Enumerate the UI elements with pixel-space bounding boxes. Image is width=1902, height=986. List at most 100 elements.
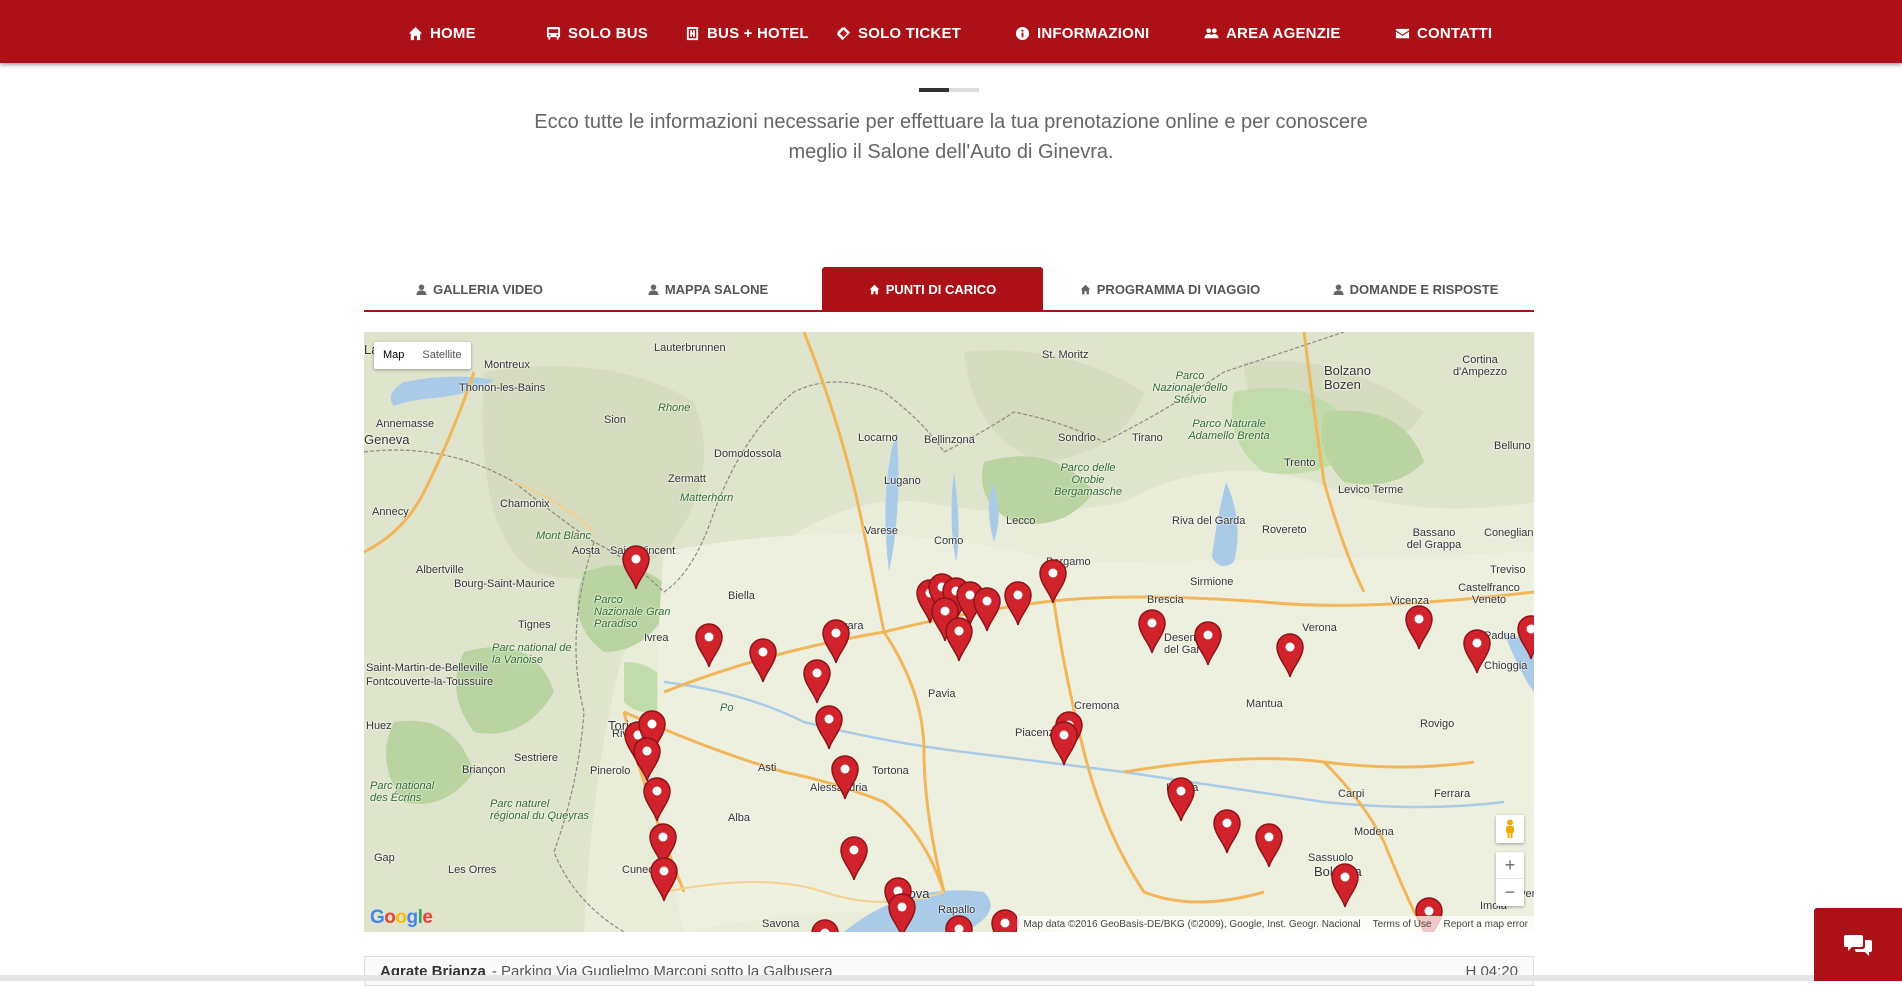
pickup-marker[interactable] — [814, 704, 844, 750]
nav-area-agenzie[interactable]: AREA AGENZIE — [1204, 22, 1341, 44]
map-label: Rovereto — [1262, 524, 1307, 536]
pickup-points-map[interactable]: Lausanne Montreux Thonon-les-Bains Annem… — [364, 332, 1534, 932]
map-label: Parco Nazionale Gran Paradiso — [594, 594, 671, 630]
map-label: Ivrea — [644, 632, 669, 644]
terms-of-use-link[interactable]: Terms of Use — [1373, 919, 1432, 930]
map-type-toggle: Map Satellite — [374, 342, 471, 369]
pickup-marker[interactable] — [1193, 620, 1223, 666]
nav-informazioni-label: INFORMAZIONI — [1037, 24, 1150, 42]
pickup-marker[interactable] — [621, 544, 651, 590]
tab-domande-e-risposte[interactable]: DOMANDE E RISPOSTE — [1297, 267, 1534, 312]
map-label: Parco Naturale Adamello Brenta — [1188, 418, 1270, 442]
map-label: Briançon — [462, 764, 506, 776]
map-label: Tortona — [872, 765, 909, 777]
map-label: Varese — [864, 525, 899, 537]
map-label: St. Moritz — [1042, 349, 1089, 361]
map-label: Fontcouverte-la-Toussuire — [366, 676, 494, 688]
pickup-marker[interactable] — [1038, 558, 1068, 604]
map-label: Zermatt — [668, 473, 706, 485]
map-label: Mont Blanc — [536, 530, 592, 542]
map-label: Savona — [762, 918, 800, 930]
pickup-marker[interactable] — [830, 754, 860, 800]
pickup-marker[interactable] — [810, 918, 840, 932]
chat-icon — [1844, 934, 1872, 956]
tab-mappa-salone[interactable]: MAPPA SALONE — [595, 267, 821, 312]
map-label: Rovigo — [1420, 718, 1455, 730]
pickup-marker[interactable] — [990, 908, 1020, 932]
tab-punti-di-carico[interactable]: PUNTI DI CARICO — [822, 267, 1043, 312]
map-label: Parc national des Écrins — [370, 780, 435, 804]
nav-bus-hotel[interactable]: BUS + HOTEL — [685, 22, 809, 44]
map-label: Albertville — [416, 564, 464, 576]
tab-galleria-video[interactable]: GALLERIA VIDEO — [364, 267, 595, 312]
map-type-map-button[interactable]: Map — [374, 342, 413, 369]
pickup-marker[interactable] — [839, 835, 869, 881]
zoom-out-button[interactable]: − — [1496, 879, 1524, 906]
pickup-marker[interactable] — [694, 622, 724, 668]
pickup-marker[interactable] — [802, 658, 832, 704]
map-label: Mantua — [1246, 698, 1283, 710]
nav-contatti[interactable]: CONTATTI — [1395, 22, 1492, 44]
pickup-marker[interactable] — [1003, 580, 1033, 626]
map-label: Parco Nazionale dello Stelvio — [1152, 370, 1228, 406]
map-label: Gap — [374, 852, 395, 864]
pickup-marker[interactable] — [1404, 604, 1434, 650]
user-icon — [648, 284, 659, 295]
hotel-icon — [686, 26, 699, 40]
pickup-marker[interactable] — [944, 914, 974, 932]
nav-contatti-label: CONTATTI — [1417, 24, 1493, 42]
nav-solo-ticket[interactable]: SOLO TICKET — [836, 22, 961, 44]
pickup-marker[interactable] — [972, 586, 1002, 632]
map-label: Brescia — [1147, 594, 1184, 606]
nav-home[interactable]: HOME — [408, 22, 476, 44]
map-label: Chamonix — [500, 498, 550, 510]
pickup-marker[interactable] — [887, 892, 917, 932]
map-label: Saint-Martin-de-Belleville — [366, 662, 489, 674]
pickup-marker[interactable] — [821, 618, 851, 664]
report-map-error-link[interactable]: Report a map error — [1444, 919, 1528, 930]
pickup-marker[interactable] — [1254, 822, 1284, 868]
map-label: Po — [720, 702, 734, 714]
pickup-marker[interactable] — [944, 616, 974, 662]
map-label: Tignes — [518, 619, 551, 631]
map-label: Belluno — [1494, 440, 1531, 452]
pickup-marker[interactable] — [1166, 776, 1196, 822]
pickup-marker[interactable] — [1212, 808, 1242, 854]
pickup-marker[interactable] — [748, 637, 778, 683]
street-view-pegman[interactable] — [1496, 815, 1524, 843]
tab-punti-di-carico-label: PUNTI DI CARICO — [885, 282, 997, 297]
zoom-in-button[interactable]: + — [1496, 852, 1524, 879]
nav-solo-bus[interactable]: SOLO BUS — [546, 22, 648, 44]
map-label: Aosta — [572, 545, 601, 557]
tab-programma-di-viaggio-label: PROGRAMMA DI VIAGGIO — [1096, 282, 1261, 297]
map-label: Lugano — [884, 475, 921, 487]
pickup-marker[interactable] — [642, 776, 672, 822]
pickup-point-row[interactable]: Agrate Brianza - Parking Via Guglielmo M… — [364, 956, 1534, 986]
pickup-marker[interactable] — [1516, 614, 1534, 660]
pickup-marker[interactable] — [1275, 632, 1305, 678]
pickup-marker[interactable] — [1462, 628, 1492, 674]
map-label: Trento — [1284, 457, 1316, 469]
pickup-marker[interactable] — [1330, 862, 1360, 908]
map-label: Thonon-les-Bains — [459, 382, 546, 394]
bus-icon — [546, 26, 561, 40]
ticket-icon — [836, 26, 851, 40]
pickup-marker[interactable] — [1049, 720, 1079, 766]
map-label: Parc national de la Vanoise — [492, 642, 572, 666]
info-icon — [1015, 26, 1030, 40]
chat-button[interactable] — [1814, 908, 1902, 981]
map-label: Parco delle Orobie Bergamasche — [1054, 462, 1122, 498]
nav-solo-bus-label: SOLO BUS — [568, 24, 648, 42]
map-label: Alba — [728, 812, 751, 824]
pickup-marker[interactable] — [1137, 608, 1167, 654]
pickup-marker[interactable] — [649, 856, 679, 902]
zoom-controls: + − — [1496, 852, 1524, 906]
tab-mappa-salone-label: MAPPA SALONE — [664, 282, 769, 297]
tab-programma-di-viaggio[interactable]: PROGRAMMA DI VIAGGIO — [1043, 267, 1297, 312]
map-label: Annecy — [372, 506, 409, 518]
home-icon — [869, 284, 880, 295]
map-type-satellite-button[interactable]: Satellite — [413, 342, 470, 369]
map-label: Geneva — [364, 432, 410, 447]
map-label: Asti — [758, 762, 777, 774]
nav-informazioni[interactable]: INFORMAZIONI — [1015, 22, 1149, 44]
